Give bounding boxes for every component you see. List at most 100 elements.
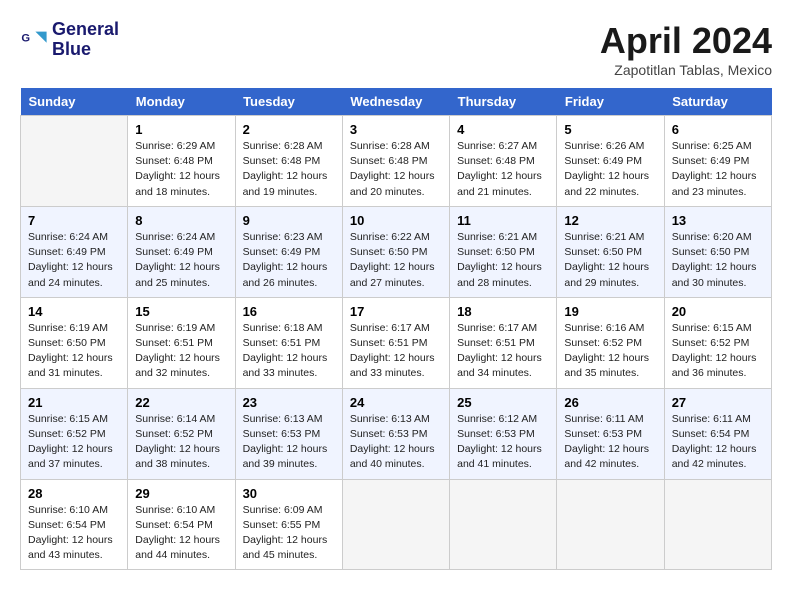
calendar-day-cell xyxy=(342,479,449,570)
calendar-day-cell: 30 Sunrise: 6:09 AM Sunset: 6:55 PM Dayli… xyxy=(235,479,342,570)
day-number: 24 xyxy=(350,395,442,410)
day-number: 12 xyxy=(564,213,656,228)
calendar-day-cell: 17Sunrise: 6:17 AM Sunset: 6:51 PM Dayli… xyxy=(342,297,449,388)
day-info: Sunrise: 6:11 AM Sunset: 6:54 PM Dayligh… xyxy=(672,412,764,473)
day-number: 6 xyxy=(672,122,764,137)
day-number: 2 xyxy=(243,122,335,137)
day-info: Sunrise: 6:16 AM Sunset: 6:52 PM Dayligh… xyxy=(564,321,656,382)
calendar-week-row: 7 Sunrise: 6:24 AM Sunset: 6:49 PM Daylig… xyxy=(21,206,772,297)
day-info: Sunrise: 6:28 AM Sunset: 6:48 PM Dayligh… xyxy=(350,139,442,200)
day-of-week-header: Tuesday xyxy=(235,88,342,116)
day-info: Sunrise: 6:18 AM Sunset: 6:51 PM Dayligh… xyxy=(243,321,335,382)
calendar-day-cell: 29 Sunrise: 6:10 AM Sunset: 6:54 PM Dayli… xyxy=(128,479,235,570)
calendar-day-cell xyxy=(450,479,557,570)
calendar-day-cell: 26Sunrise: 6:11 AM Sunset: 6:53 PM Dayli… xyxy=(557,388,664,479)
day-number: 5 xyxy=(564,122,656,137)
calendar-day-cell: 13 Sunrise: 6:20 AM Sunset: 6:50 PM Dayli… xyxy=(664,206,771,297)
day-number: 11 xyxy=(457,213,549,228)
day-of-week-header: Thursday xyxy=(450,88,557,116)
day-info: Sunrise: 6:09 AM Sunset: 6:55 PM Dayligh… xyxy=(243,503,335,564)
calendar-day-cell: 14 Sunrise: 6:19 AM Sunset: 6:50 PM Dayli… xyxy=(21,297,128,388)
calendar-day-cell: 15Sunrise: 6:19 AM Sunset: 6:51 PM Dayli… xyxy=(128,297,235,388)
day-number: 1 xyxy=(135,122,227,137)
day-number: 8 xyxy=(135,213,227,228)
day-number: 14 xyxy=(28,304,120,319)
calendar-week-row: 1 Sunrise: 6:29 AM Sunset: 6:48 PM Daylig… xyxy=(21,116,772,207)
calendar-day-cell: 3 Sunrise: 6:28 AM Sunset: 6:48 PM Daylig… xyxy=(342,116,449,207)
calendar-day-cell: 8Sunrise: 6:24 AM Sunset: 6:49 PM Daylig… xyxy=(128,206,235,297)
day-number: 9 xyxy=(243,213,335,228)
calendar-day-cell: 27 Sunrise: 6:11 AM Sunset: 6:54 PM Dayli… xyxy=(664,388,771,479)
day-info: Sunrise: 6:21 AM Sunset: 6:50 PM Dayligh… xyxy=(564,230,656,291)
month-title: April 2024 xyxy=(600,20,772,62)
logo: G General Blue xyxy=(20,20,119,60)
day-info: Sunrise: 6:19 AM Sunset: 6:51 PM Dayligh… xyxy=(135,321,227,382)
day-number: 22 xyxy=(135,395,227,410)
logo-line1: General xyxy=(52,20,119,40)
day-number: 7 xyxy=(28,213,120,228)
day-number: 3 xyxy=(350,122,442,137)
calendar-day-cell: 7 Sunrise: 6:24 AM Sunset: 6:49 PM Daylig… xyxy=(21,206,128,297)
day-number: 13 xyxy=(672,213,764,228)
day-info: Sunrise: 6:13 AM Sunset: 6:53 PM Dayligh… xyxy=(243,412,335,473)
calendar-table: SundayMondayTuesdayWednesdayThursdayFrid… xyxy=(20,88,772,570)
calendar-week-row: 28Sunrise: 6:10 AM Sunset: 6:54 PM Dayli… xyxy=(21,479,772,570)
day-info: Sunrise: 6:24 AM Sunset: 6:49 PM Dayligh… xyxy=(28,230,120,291)
day-info: Sunrise: 6:20 AM Sunset: 6:50 PM Dayligh… xyxy=(672,230,764,291)
location-subtitle: Zapotitlan Tablas, Mexico xyxy=(600,62,772,78)
day-info: Sunrise: 6:19 AM Sunset: 6:50 PM Dayligh… xyxy=(28,321,120,382)
calendar-day-cell: 24 Sunrise: 6:13 AM Sunset: 6:53 PM Dayli… xyxy=(342,388,449,479)
day-info: Sunrise: 6:23 AM Sunset: 6:49 PM Dayligh… xyxy=(243,230,335,291)
day-number: 21 xyxy=(28,395,120,410)
day-number: 25 xyxy=(457,395,549,410)
calendar-week-row: 14 Sunrise: 6:19 AM Sunset: 6:50 PM Dayli… xyxy=(21,297,772,388)
calendar-day-cell: 12 Sunrise: 6:21 AM Sunset: 6:50 PM Dayli… xyxy=(557,206,664,297)
calendar-day-cell: 28Sunrise: 6:10 AM Sunset: 6:54 PM Dayli… xyxy=(21,479,128,570)
calendar-day-cell xyxy=(557,479,664,570)
calendar-day-cell: 9 Sunrise: 6:23 AM Sunset: 6:49 PM Daylig… xyxy=(235,206,342,297)
day-number: 23 xyxy=(243,395,335,410)
day-info: Sunrise: 6:15 AM Sunset: 6:52 PM Dayligh… xyxy=(28,412,120,473)
title-section: April 2024 Zapotitlan Tablas, Mexico xyxy=(600,20,772,78)
calendar-day-cell: 22 Sunrise: 6:14 AM Sunset: 6:52 PM Dayli… xyxy=(128,388,235,479)
day-info: Sunrise: 6:12 AM Sunset: 6:53 PM Dayligh… xyxy=(457,412,549,473)
day-number: 18 xyxy=(457,304,549,319)
day-info: Sunrise: 6:13 AM Sunset: 6:53 PM Dayligh… xyxy=(350,412,442,473)
day-info: Sunrise: 6:15 AM Sunset: 6:52 PM Dayligh… xyxy=(672,321,764,382)
calendar-header-row: SundayMondayTuesdayWednesdayThursdayFrid… xyxy=(21,88,772,116)
day-info: Sunrise: 6:26 AM Sunset: 6:49 PM Dayligh… xyxy=(564,139,656,200)
day-number: 27 xyxy=(672,395,764,410)
calendar-day-cell: 16Sunrise: 6:18 AM Sunset: 6:51 PM Dayli… xyxy=(235,297,342,388)
day-number: 30 xyxy=(243,486,335,501)
svg-text:G: G xyxy=(21,32,30,44)
day-info: Sunrise: 6:10 AM Sunset: 6:54 PM Dayligh… xyxy=(135,503,227,564)
day-number: 29 xyxy=(135,486,227,501)
day-of-week-header: Friday xyxy=(557,88,664,116)
day-info: Sunrise: 6:29 AM Sunset: 6:48 PM Dayligh… xyxy=(135,139,227,200)
day-info: Sunrise: 6:28 AM Sunset: 6:48 PM Dayligh… xyxy=(243,139,335,200)
day-info: Sunrise: 6:14 AM Sunset: 6:52 PM Dayligh… xyxy=(135,412,227,473)
day-info: Sunrise: 6:10 AM Sunset: 6:54 PM Dayligh… xyxy=(28,503,120,564)
calendar-day-cell: 18Sunrise: 6:17 AM Sunset: 6:51 PM Dayli… xyxy=(450,297,557,388)
calendar-day-cell: 6Sunrise: 6:25 AM Sunset: 6:49 PM Daylig… xyxy=(664,116,771,207)
calendar-day-cell: 23 Sunrise: 6:13 AM Sunset: 6:53 PM Dayli… xyxy=(235,388,342,479)
calendar-day-cell: 1 Sunrise: 6:29 AM Sunset: 6:48 PM Daylig… xyxy=(128,116,235,207)
logo-icon: G xyxy=(20,26,48,54)
calendar-day-cell: 20 Sunrise: 6:15 AM Sunset: 6:52 PM Dayli… xyxy=(664,297,771,388)
calendar-day-cell: 11Sunrise: 6:21 AM Sunset: 6:50 PM Dayli… xyxy=(450,206,557,297)
day-number: 4 xyxy=(457,122,549,137)
calendar-day-cell: 4 Sunrise: 6:27 AM Sunset: 6:48 PM Daylig… xyxy=(450,116,557,207)
calendar-day-cell: 10 Sunrise: 6:22 AM Sunset: 6:50 PM Dayli… xyxy=(342,206,449,297)
logo-text: General Blue xyxy=(52,20,119,60)
day-number: 10 xyxy=(350,213,442,228)
calendar-day-cell: 19 Sunrise: 6:16 AM Sunset: 6:52 PM Dayli… xyxy=(557,297,664,388)
day-of-week-header: Saturday xyxy=(664,88,771,116)
day-info: Sunrise: 6:27 AM Sunset: 6:48 PM Dayligh… xyxy=(457,139,549,200)
calendar-day-cell: 21 Sunrise: 6:15 AM Sunset: 6:52 PM Dayli… xyxy=(21,388,128,479)
day-number: 20 xyxy=(672,304,764,319)
calendar-day-cell xyxy=(21,116,128,207)
calendar-day-cell: 5 Sunrise: 6:26 AM Sunset: 6:49 PM Daylig… xyxy=(557,116,664,207)
day-info: Sunrise: 6:22 AM Sunset: 6:50 PM Dayligh… xyxy=(350,230,442,291)
day-number: 19 xyxy=(564,304,656,319)
day-number: 26 xyxy=(564,395,656,410)
